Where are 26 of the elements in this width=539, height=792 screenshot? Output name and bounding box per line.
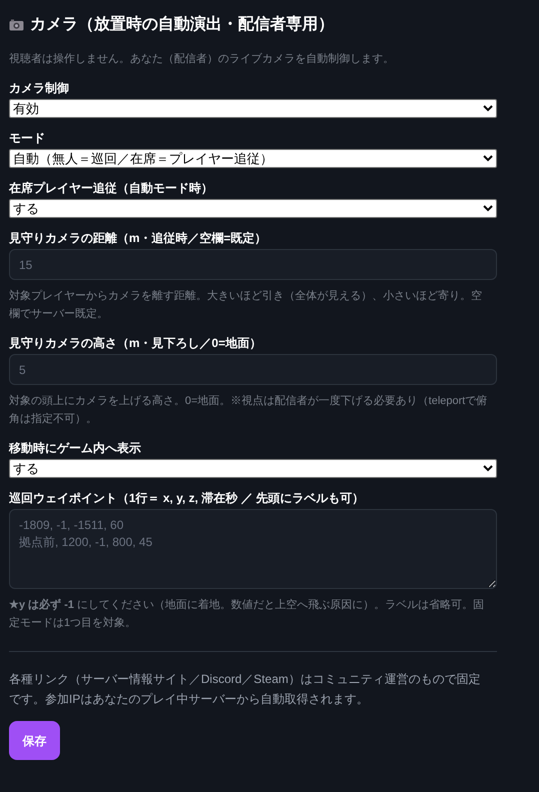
- dropdown[interactable]: 自動（無人＝巡回／在席＝プレイヤー追従）: [9, 149, 497, 168]
- input-field[interactable]: 5: [9, 354, 497, 385]
- hint-text: 対象の頭上にカメラを上げる高さ。0=地面。※視点は配信者が一度下げる必要あり（teleportで俯角は指定不可）。: [9, 394, 488, 427]
- input-field[interactable]: 15: [9, 249, 497, 280]
- field-label: 移動時にゲーム内へ表示: [9, 440, 142, 456]
- section-title: カメラ（放置時の自動演出・配信者専用）: [30, 14, 334, 35]
- field-label: 見守りカメラの距離（m・追従時／空欄=既定）: [9, 230, 268, 246]
- chevron-down-icon: [483, 465, 493, 472]
- camera-icon: [9, 19, 24, 31]
- field-label: 見守りカメラの高さ（m・見下ろし／0=地面）: [9, 335, 262, 351]
- field-label: モード: [9, 130, 46, 146]
- text-area[interactable]: -1809, -1, -1511, 60 拠点前, 1200, -1, 800, 45: [9, 509, 497, 589]
- chevron-down-icon: [483, 205, 493, 212]
- dropdown[interactable]: 有効: [9, 99, 497, 118]
- section-description: 視聴者は操作しません。あなた（配信者）のライブカメラを自動制御します。: [9, 52, 395, 67]
- hint-text: 対象プレイヤーからカメラを離す距離。大きいほど引き（全体が見える）、小さいほど寄り。空欄でサーバー既定。: [9, 288, 483, 322]
- dropdown[interactable]: する: [9, 459, 497, 478]
- dropdown[interactable]: する: [9, 199, 497, 218]
- field-label: 在席プレイヤー追従（自動モード時）: [9, 180, 214, 196]
- note-text: 各種リンク（サーバー情報サイト／Discord／Steam）はコミュニティ運営のもので固定です。参加IPはあなたのプレイ中サーバーから自動取得されます。: [9, 671, 482, 708]
- field-label: カメラ制御: [9, 80, 70, 96]
- chevron-down-icon: [483, 105, 493, 112]
- chevron-down-icon: [483, 155, 493, 162]
- hint-text: ★y は必ず -1 にしてください（地面に着地。数値だと上空へ飛ぶ原因に）。ラベルは省略可。固定モードは1つ目を対象。: [9, 598, 486, 631]
- field-label: 巡回ウェイポイント（1行＝ x, y, z, 滞在秒 ／ 先頭にラベルも可）: [9, 490, 366, 506]
- save-button[interactable]: 保存: [9, 721, 60, 760]
